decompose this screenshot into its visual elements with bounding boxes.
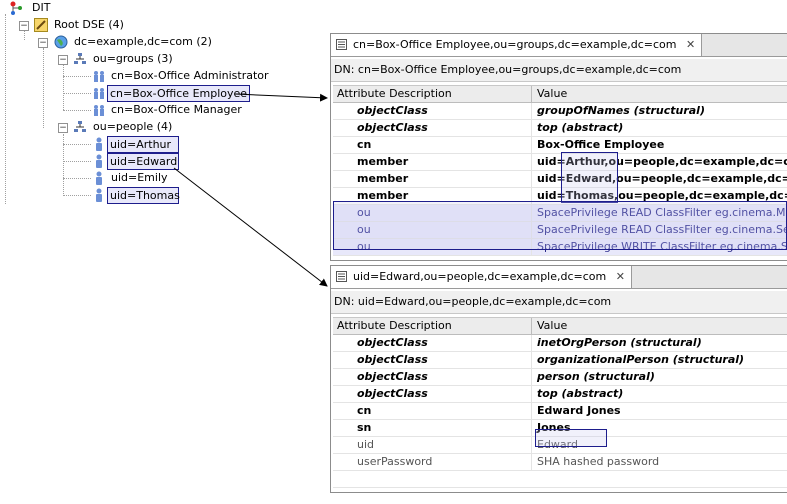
attribute-name: ou (357, 240, 371, 253)
arrow-to-person-editor (173, 167, 328, 287)
attribute-name: userPassword (357, 455, 433, 468)
attribute-value: Box-Office Employee (537, 138, 665, 151)
attribute-name: member (357, 155, 409, 168)
attribute-value: SpacePrivilege READ ClassFilter eg.cinem… (537, 223, 787, 236)
table-row-empty (333, 471, 787, 488)
table-row[interactable]: member uid=Edward,ou=people,dc=example,dc… (333, 171, 787, 188)
table-row[interactable]: objectClass organizationalPerson (structu… (333, 352, 787, 369)
editor-tabbar: cn=Box-Office Employee,ou=groups,dc=exam… (331, 34, 787, 57)
entry-editor-person: uid=Edward,ou=people,dc=example,dc=com ✕… (330, 265, 787, 493)
dn-label: DN: uid=Edward,ou=people,dc=example,dc=c… (331, 291, 787, 314)
entry-editor-group: cn=Box-Office Employee,ou=groups,dc=exam… (330, 33, 787, 261)
table-row[interactable]: ou SpacePrivilege READ ClassFilter eg.cin… (333, 222, 787, 239)
table-row[interactable]: ou SpacePrivilege WRITE ClassFilter eg.ci… (333, 239, 787, 256)
attribute-value: SpacePrivilege WRITE ClassFilter eg.cine… (537, 240, 787, 253)
dn-label: DN: cn=Box-Office Employee,ou=groups,dc=… (331, 59, 787, 82)
attribute-value: organizationalPerson (structural) (537, 353, 745, 366)
table-row[interactable]: cn Box-Office Employee (333, 137, 787, 154)
table-row[interactable]: sn Jones (333, 420, 787, 437)
column-header-value[interactable]: Value (533, 318, 567, 334)
attribute-value: uid=Thomas,ou=people,dc=example,dc=com (537, 189, 787, 202)
attribute-value: SpacePrivilege READ ClassFilter eg.cinem… (537, 206, 787, 219)
attribute-name: member (357, 189, 409, 202)
attribute-name: objectClass (357, 104, 428, 117)
attribute-name: ou (357, 223, 371, 236)
column-separator[interactable] (531, 86, 532, 102)
attribute-name: objectClass (357, 387, 428, 400)
column-header-attribute[interactable]: Attribute Description (333, 318, 452, 334)
attribute-value: uid=Arthur,ou=people,dc=example,dc=com (537, 155, 787, 168)
attribute-value: uid=Edward,ou=people,dc=example,dc=com (537, 172, 787, 185)
close-icon[interactable]: ✕ (686, 34, 695, 56)
table-row[interactable]: objectClass inetOrgPerson (structural) (333, 335, 787, 352)
editor-tab[interactable]: cn=Box-Office Employee,ou=groups,dc=exam… (331, 34, 703, 56)
editor-tabbar: uid=Edward,ou=people,dc=example,dc=com ✕ (331, 266, 787, 289)
table-row[interactable]: objectClass person (structural) (333, 369, 787, 386)
attribute-value: Edward Jones (537, 404, 621, 417)
attribute-value: top (abstract) (537, 387, 624, 400)
attribute-value: top (abstract) (537, 121, 624, 134)
editor-tab-title: uid=Edward,ou=people,dc=example,dc=com (353, 270, 607, 283)
table-row[interactable]: member uid=Thomas,ou=people,dc=example,dc… (333, 188, 787, 205)
table-row[interactable]: objectClass top (abstract) (333, 386, 787, 403)
editor-tab-title: cn=Box-Office Employee,ou=groups,dc=exam… (353, 38, 677, 51)
attribute-name: uid (357, 438, 375, 451)
attribute-name: sn (357, 421, 372, 434)
attribute-name: objectClass (357, 353, 428, 366)
column-header-value[interactable]: Value (533, 86, 567, 102)
attribute-value: person (structural) (537, 370, 655, 383)
table-row[interactable]: objectClass top (abstract) (333, 120, 787, 137)
attribute-name: cn (357, 138, 372, 151)
attribute-table: Attribute Description Value objectClass i… (333, 317, 787, 504)
arrow-to-group-editor (234, 93, 328, 102)
table-header: Attribute Description Value (333, 318, 787, 335)
attribute-value: Edward (537, 438, 578, 451)
table-row[interactable]: userPassword SHA hashed password (333, 454, 787, 471)
attribute-value: Jones (537, 421, 571, 434)
editor-tab[interactable]: uid=Edward,ou=people,dc=example,dc=com ✕ (331, 266, 632, 288)
attribute-name: cn (357, 404, 372, 417)
table-row[interactable]: cn Edward Jones (333, 403, 787, 420)
column-header-attribute[interactable]: Attribute Description (333, 86, 452, 102)
attribute-value: groupOfNames (structural) (537, 104, 705, 117)
attribute-name: member (357, 172, 409, 185)
close-icon[interactable]: ✕ (616, 266, 625, 288)
attribute-value: SHA hashed password (537, 455, 660, 468)
attribute-name: objectClass (357, 336, 428, 349)
table-row[interactable]: objectClass groupOfNames (structural) (333, 103, 787, 120)
attribute-name: ou (357, 206, 371, 219)
column-separator[interactable] (531, 318, 532, 334)
attribute-name: objectClass (357, 121, 428, 134)
attribute-value: inetOrgPerson (structural) (537, 336, 702, 349)
attribute-name: objectClass (357, 370, 428, 383)
entry-editor-icon (336, 271, 347, 282)
table-header: Attribute Description Value (333, 86, 787, 103)
attribute-table: Attribute Description Value objectClass g… (333, 85, 787, 272)
entry-editor-icon (336, 39, 347, 50)
table-row[interactable]: ou SpacePrivilege READ ClassFilter eg.cin… (333, 205, 787, 222)
table-row-empty (333, 488, 787, 504)
table-row[interactable]: member uid=Arthur,ou=people,dc=example,dc… (333, 154, 787, 171)
table-row[interactable]: uid Edward (333, 437, 787, 454)
